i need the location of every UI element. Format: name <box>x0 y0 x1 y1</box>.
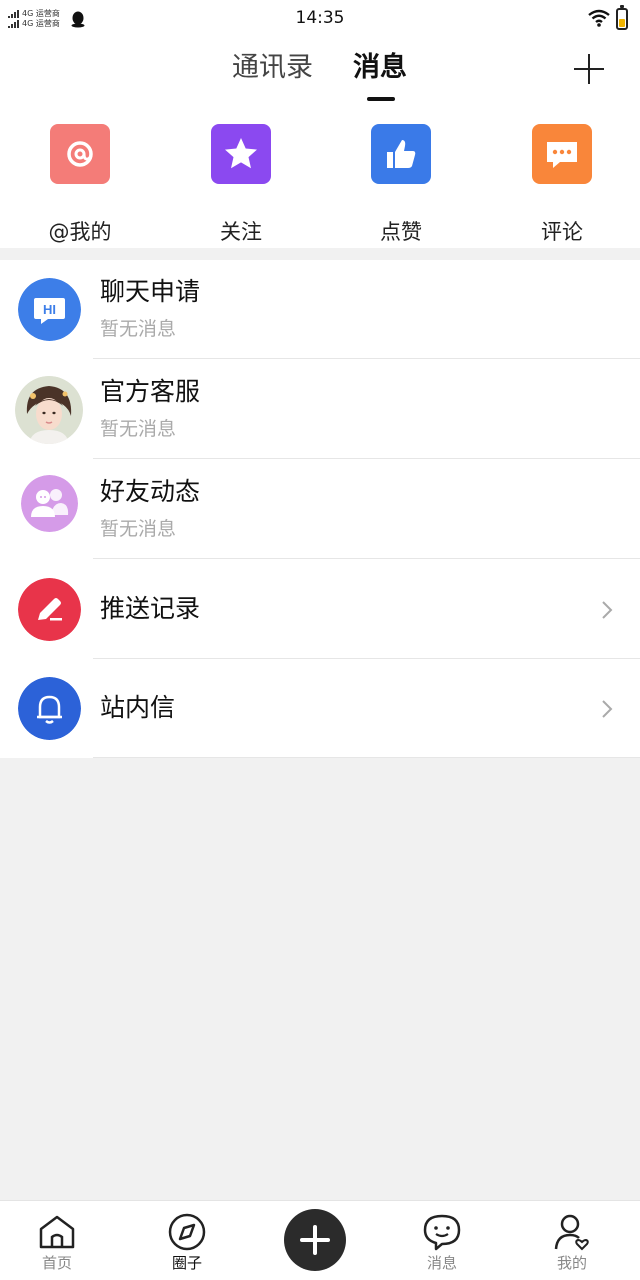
friends-icon <box>21 475 78 532</box>
tab-contacts[interactable]: 通讯录 <box>232 50 313 86</box>
compass-icon <box>168 1213 206 1251</box>
status-time: 14:35 <box>295 8 345 28</box>
battery-icon <box>616 5 628 30</box>
nav-label-messages: 消息 <box>426 1254 457 1272</box>
support-avatar <box>15 376 83 444</box>
profile-icon <box>554 1214 589 1251</box>
active-tab-indicator <box>367 97 395 101</box>
battery-level <box>619 19 625 27</box>
edit-icon <box>18 578 81 641</box>
tab-messages[interactable]: 消息 <box>353 50 407 86</box>
item-title: 站内信 <box>100 693 176 722</box>
chevron-right-icon <box>602 700 613 718</box>
message-list: HI 聊天申请 暂无消息 官方客服 暂无消息 好友动态 暂无消息 推送记录 站内… <box>0 260 640 758</box>
comment-icon <box>532 124 592 184</box>
list-item-official-support[interactable]: 官方客服 暂无消息 <box>0 360 640 459</box>
wifi-icon <box>588 9 610 27</box>
item-title: 官方客服 <box>100 377 201 406</box>
thumbs-up-icon <box>371 124 431 184</box>
quick-label-mentions: @我的 <box>48 220 112 244</box>
at-icon <box>50 124 110 184</box>
star-icon <box>211 124 271 184</box>
quick-action-follow[interactable]: 关注 <box>181 124 301 244</box>
quick-action-mentions[interactable]: @我的 <box>20 124 140 244</box>
item-title: 推送记录 <box>100 594 201 623</box>
list-item-friend-feed[interactable]: 好友动态 暂无消息 <box>0 460 640 559</box>
hi-chat-icon: HI <box>18 278 81 341</box>
nav-label-mine: 我的 <box>556 1254 587 1272</box>
bottom-nav: 首页 圈子 消息 我的 <box>0 1200 640 1280</box>
chevron-right-icon <box>602 601 613 619</box>
item-subtitle: 暂无消息 <box>100 518 177 540</box>
svg-text:HI: HI <box>43 302 56 317</box>
quick-label-comments: 评论 <box>541 220 583 244</box>
top-header: 通讯录 消息 <box>0 40 640 110</box>
list-item-inbox[interactable]: 站内信 <box>0 659 640 758</box>
add-center-button[interactable] <box>284 1209 346 1271</box>
quick-action-likes[interactable]: 点赞 <box>341 124 461 244</box>
nav-label-home: 首页 <box>41 1254 72 1272</box>
item-title: 好友动态 <box>100 477 201 506</box>
item-title: 聊天申请 <box>100 277 201 306</box>
home-icon <box>39 1215 75 1249</box>
nav-circle[interactable]: 圈子 <box>147 1213 227 1277</box>
bell-icon <box>18 677 81 740</box>
status-bar: 4G 运营商 4G 运营商 14:35 <box>0 0 640 40</box>
add-button[interactable] <box>572 52 606 86</box>
chat-bubble-icon <box>423 1214 461 1251</box>
nav-messages[interactable]: 消息 <box>402 1213 482 1277</box>
nav-mine[interactable]: 我的 <box>532 1213 612 1277</box>
quick-actions: @我的 关注 点赞 评论 <box>0 110 640 248</box>
quick-label-follow: 关注 <box>220 220 262 244</box>
list-item-chat-request[interactable]: HI 聊天申请 暂无消息 <box>0 260 640 359</box>
item-subtitle: 暂无消息 <box>100 318 177 340</box>
item-subtitle: 暂无消息 <box>100 418 177 440</box>
quick-label-likes: 点赞 <box>380 220 422 244</box>
quick-action-comments[interactable]: 评论 <box>502 124 622 244</box>
list-item-push-records[interactable]: 推送记录 <box>0 560 640 659</box>
nav-label-circle: 圈子 <box>171 1254 202 1272</box>
nav-home[interactable]: 首页 <box>17 1213 97 1277</box>
